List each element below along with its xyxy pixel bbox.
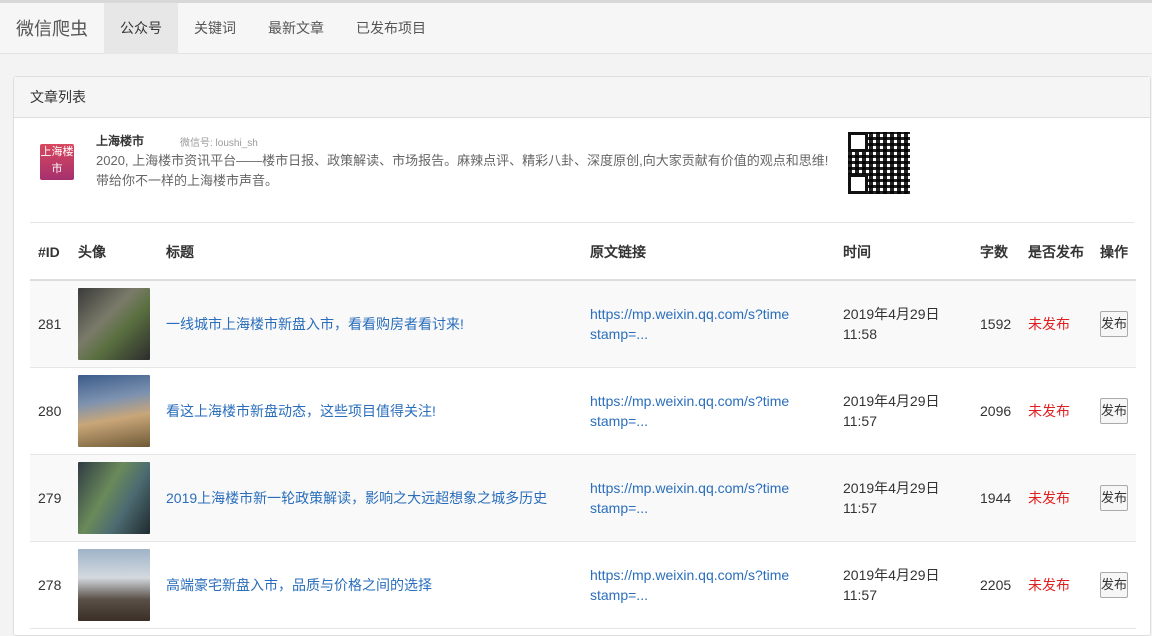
article-url-link[interactable]: https://mp.weixin.qq.com/s?timestamp=... [590,391,790,431]
account-name: 上海楼市 [96,134,145,148]
col-link: 原文链接 [582,224,835,281]
row-thumbnail [70,280,158,368]
article-thumbnail-image[interactable] [78,462,150,534]
article-thumbnail-image[interactable] [78,375,150,447]
article-title-link[interactable]: 2019上海楼市新一轮政策解读，影响之大远超想象之城多历史 [166,490,547,506]
nav-tab-latest-articles[interactable]: 最新文章 [252,3,340,54]
publish-status: 未发布 [1028,577,1070,593]
account-description: 2020, 上海楼市资讯平台——楼市日报、政策解读、市场报告。麻辣点评、精彩八卦… [96,153,829,188]
publish-button[interactable]: 发布 [1100,572,1128,598]
row-status: 未发布 [1020,367,1092,455]
row-thumbnail [70,454,158,542]
row-words: 1944 [972,454,1020,542]
table-header-row: #ID 头像 标题 原文链接 时间 字数 是否发布 操作 [30,224,1136,281]
row-status: 未发布 [1020,541,1092,629]
row-time: 2019年4月29日 11:58 [835,280,972,368]
article-time: 2019年4月29日 11:57 [843,393,940,429]
article-thumbnail-image[interactable] [78,288,150,360]
table-row: 280 看这上海楼市新盘动态，这些项目值得关注! https://mp.weix… [30,367,1136,455]
nav-tab-accounts[interactable]: 公众号 [104,2,178,54]
panel-heading: 文章列表 [14,77,1150,118]
row-url: https://mp.weixin.qq.com/s?timestamp=... [582,367,835,455]
account-logo: 上海楼市 [40,144,74,180]
article-url-link[interactable]: https://mp.weixin.qq.com/s?timestamp=... [590,565,790,605]
article-list-panel: 文章列表 上海楼市 上海楼市 微信号: loushi_sh 2020, 上海楼市… [13,76,1151,636]
top-navbar: 微信爬虫 公众号 关键词 最新文章 已发布项目 [0,0,1152,54]
publish-status: 未发布 [1028,490,1070,506]
table-row: 278 高端豪宅新盘入市，品质与价格之间的选择 https://mp.weixi… [30,541,1136,629]
nav-tab-keywords[interactable]: 关键词 [178,3,252,54]
row-time: 2019年4月29日 11:57 [835,454,972,542]
row-id: 278 [30,541,70,629]
qr-code-image [848,132,910,194]
article-title-link[interactable]: 高端豪宅新盘入市，品质与价格之间的选择 [166,577,432,593]
article-thumbnail-image[interactable] [78,549,150,621]
row-url: https://mp.weixin.qq.com/s?timestamp=... [582,454,835,542]
row-action: 发布 [1092,541,1136,629]
article-time: 2019年4月29日 11:57 [843,480,940,516]
row-action: 发布 [1092,280,1136,368]
col-id: #ID [30,224,70,281]
article-title-link[interactable]: 一线城市上海楼市新盘入市，看看购房者看讨来! [166,316,464,332]
row-title: 高端豪宅新盘入市，品质与价格之间的选择 [158,541,582,629]
row-thumbnail [70,541,158,629]
row-url: https://mp.weixin.qq.com/s?timestamp=... [582,280,835,368]
row-words: 2205 [972,541,1020,629]
table-row: 279 2019上海楼市新一轮政策解读，影响之大远超想象之城多历史 https:… [30,454,1136,542]
col-published: 是否发布 [1020,224,1092,281]
row-words: 2096 [972,367,1020,455]
row-status: 未发布 [1020,280,1092,368]
row-title: 看这上海楼市新盘动态，这些项目值得关注! [158,367,582,455]
publish-status: 未发布 [1028,316,1070,332]
row-url: https://mp.weixin.qq.com/s?timestamp=... [582,541,835,629]
publish-button[interactable]: 发布 [1100,485,1128,511]
publish-button[interactable]: 发布 [1100,311,1128,337]
row-words: 1592 [972,280,1020,368]
row-id: 281 [30,280,70,368]
publish-status: 未发布 [1028,403,1070,419]
article-title-link[interactable]: 看这上海楼市新盘动态，这些项目值得关注! [166,403,436,419]
row-status: 未发布 [1020,454,1092,542]
article-url-link[interactable]: https://mp.weixin.qq.com/s?timestamp=... [590,304,790,344]
col-avatar: 头像 [70,224,158,281]
col-action: 操作 [1092,224,1136,281]
account-wechat-id: 微信号: loushi_sh [180,138,258,149]
account-info: 上海楼市 上海楼市 微信号: loushi_sh 2020, 上海楼市资讯平台—… [30,118,1134,223]
article-time: 2019年4月29日 11:57 [843,567,940,603]
publish-button[interactable]: 发布 [1100,398,1128,424]
row-time: 2019年4月29日 11:57 [835,367,972,455]
row-title: 2019上海楼市新一轮政策解读，影响之大远超想象之城多历史 [158,454,582,542]
col-title: 标题 [158,224,582,281]
row-id: 279 [30,454,70,542]
row-id: 280 [30,367,70,455]
article-time: 2019年4月29日 11:58 [843,306,940,342]
row-action: 发布 [1092,454,1136,542]
col-time: 时间 [835,224,972,281]
row-action: 发布 [1092,367,1136,455]
article-url-link[interactable]: https://mp.weixin.qq.com/s?timestamp=... [590,478,790,518]
brand-title[interactable]: 微信爬虫 [0,15,104,41]
row-time: 2019年4月29日 11:57 [835,541,972,629]
row-thumbnail [70,367,158,455]
table-row: 281 一线城市上海楼市新盘入市，看看购房者看讨来! https://mp.we… [30,280,1136,368]
col-words: 字数 [972,224,1020,281]
article-table: #ID 头像 标题 原文链接 时间 字数 是否发布 操作 281 一线城市上海楼… [30,224,1136,629]
row-title: 一线城市上海楼市新盘入市，看看购房者看讨来! [158,280,582,368]
nav-tab-published-projects[interactable]: 已发布项目 [340,3,442,54]
